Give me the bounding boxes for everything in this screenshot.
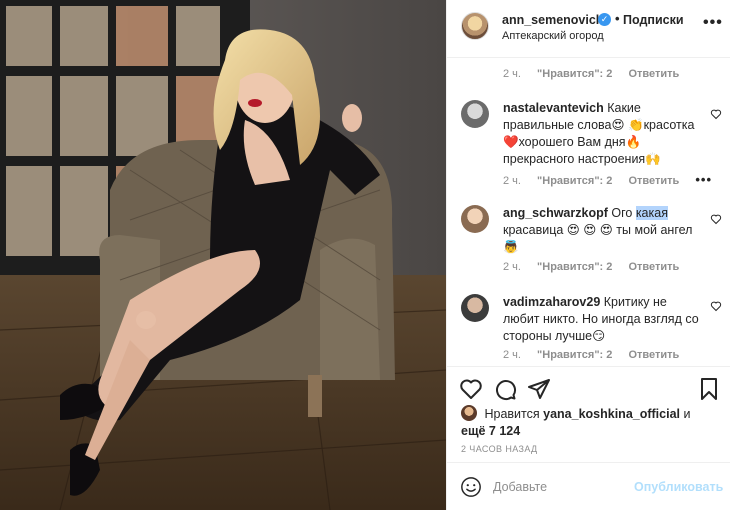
- comment-likes[interactable]: "Нравится": 2: [537, 68, 612, 80]
- separator-dot: •: [615, 11, 620, 26]
- comment-meta: 2 ч. "Нравится": 2 Ответить: [503, 261, 692, 273]
- likes-prefix: Нравится: [484, 407, 540, 421]
- comment-meta: 2 ч. "Нравится": 2 Ответить: [503, 68, 692, 80]
- commenter-avatar[interactable]: [461, 100, 489, 128]
- likes-joiner: и: [683, 407, 691, 421]
- comment-icon[interactable]: [493, 377, 517, 401]
- publish-button[interactable]: Опубликовать: [634, 480, 723, 494]
- reply-button[interactable]: Ответить: [628, 349, 679, 361]
- likes-count[interactable]: ещё 7 124: [461, 424, 520, 438]
- comment-time: 2 ч.: [503, 175, 521, 187]
- comment-time: 2 ч.: [503, 349, 521, 361]
- reply-button[interactable]: Ответить: [628, 175, 679, 187]
- comment-body-start: Ого: [611, 206, 636, 220]
- comment-text: nastalevantevich Какие правильные слова😍…: [503, 100, 703, 168]
- comment-more-icon[interactable]: •••: [695, 172, 712, 187]
- liker-avatar[interactable]: [461, 405, 477, 421]
- reply-button[interactable]: Ответить: [628, 68, 679, 80]
- comment-likes[interactable]: "Нравится": 2: [537, 349, 612, 361]
- comment-time: 2 ч.: [503, 261, 521, 273]
- author-username[interactable]: ann_semenovich: [502, 13, 603, 27]
- verified-badge-icon: ✓: [598, 13, 611, 26]
- more-options-icon[interactable]: •••: [703, 14, 723, 32]
- comment-text: vadimzaharov29 Критику не любит никто. Н…: [503, 294, 703, 345]
- comment-likes[interactable]: "Нравится": 2: [537, 175, 612, 187]
- post-photo-art: [0, 0, 446, 510]
- commenter-avatar[interactable]: [461, 294, 489, 322]
- commenter-username[interactable]: ang_schwarzkopf: [503, 206, 608, 220]
- comment-like-heart-icon[interactable]: [710, 213, 722, 225]
- comment-input[interactable]: [493, 480, 623, 494]
- following-button[interactable]: Подписки: [623, 13, 684, 27]
- commenter-avatar[interactable]: [461, 205, 489, 233]
- reply-button[interactable]: Ответить: [628, 261, 679, 273]
- commenter-username[interactable]: nastalevantevich: [503, 101, 604, 115]
- emoji-icon[interactable]: [460, 476, 482, 498]
- comment-composer: Опубликовать: [447, 462, 730, 510]
- bookmark-icon[interactable]: [697, 377, 721, 401]
- comment-body-end: красавица 😍 😍 😍 ты мой ангел 👼: [503, 223, 693, 254]
- post-time-ago[interactable]: 2 ЧАСОВ НАЗАД: [461, 444, 538, 454]
- comment-meta: 2 ч. "Нравится": 2 Ответить: [503, 349, 692, 361]
- heart-icon[interactable]: [459, 377, 483, 401]
- comment-meta: 2 ч. "Нравится": 2 Ответить •••: [503, 172, 725, 187]
- comment-text: ang_schwarzkopf Ого какая красавица 😍 😍 …: [503, 205, 703, 256]
- liker-username[interactable]: yana_koshkina_official: [543, 407, 680, 421]
- author-avatar[interactable]: [461, 12, 489, 40]
- post-side-panel: ann_semenovich ✓ • Подписки Аптекарский …: [446, 0, 730, 510]
- post-location[interactable]: Аптекарский огород: [502, 30, 604, 42]
- post-photo[interactable]: [0, 0, 446, 510]
- comment-like-heart-icon[interactable]: [710, 108, 722, 120]
- comment-likes[interactable]: "Нравится": 2: [537, 261, 612, 273]
- selected-text: какая: [635, 206, 668, 220]
- comment-like-heart-icon[interactable]: [710, 300, 722, 312]
- comment-time: 2 ч.: [503, 68, 521, 80]
- commenter-username[interactable]: vadimzaharov29: [503, 295, 600, 309]
- post-header: ann_semenovich ✓ • Подписки Аптекарский …: [447, 0, 730, 58]
- likes-summary: Нравится yana_koshkina_official и ещё 7 …: [461, 405, 723, 440]
- share-icon[interactable]: [527, 377, 551, 401]
